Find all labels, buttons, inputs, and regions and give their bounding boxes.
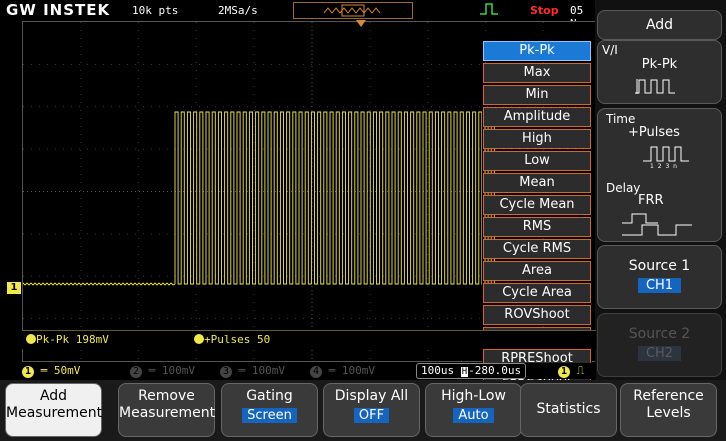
timebase-readout[interactable]: 100us H-280.0us <box>416 363 527 379</box>
ch1-readout-icon <box>194 334 204 344</box>
time-value: +Pulses <box>628 125 680 140</box>
softkey-label: Add <box>39 388 68 404</box>
ch1-status[interactable]: 1 ═ 50mV <box>22 364 80 378</box>
softkey-3[interactable]: Gating Screen <box>221 383 318 437</box>
add-title: Add <box>597 10 722 40</box>
side-menu: Add V/I Pk-Pk Time +Pulses 1 2 3 n Delay… <box>595 0 726 380</box>
softkey-2[interactable]: Remove Measurement <box>118 383 215 437</box>
channel-status-bar: 1 ═ 50mV 2 ═ 100mV 3 ═ 100mV 4 ═ 100mV 1… <box>22 363 596 379</box>
measurement-option[interactable]: Cycle RMS <box>483 239 591 259</box>
source2-button[interactable]: Source 2 CH2 <box>597 313 722 377</box>
softkey-label: Levels <box>646 405 691 421</box>
brand-logo: GW INSTEK <box>6 1 111 19</box>
trigger-rising-edge-icon: ⎍ <box>576 364 585 377</box>
measurement-option[interactable]: Area <box>483 261 591 281</box>
measurement-option[interactable]: High <box>483 129 591 149</box>
source2-value: CH2 <box>637 346 682 361</box>
measurement-option[interactable]: RMS <box>483 217 591 237</box>
status-bar: GW INSTEK 10k pts 2MSa/s Stop 05 Nov <box>0 0 600 30</box>
bottom-menu: Add Measurement Remove Measurement Gating Scr… <box>0 380 726 441</box>
measurement-option[interactable]: ROVShoot <box>483 305 591 325</box>
frr-icon <box>622 213 692 236</box>
pulses-icon <box>643 146 689 162</box>
time-title: Time <box>606 112 636 126</box>
run-state: Stop <box>530 4 559 17</box>
source1-button[interactable]: Source 1 CH1 <box>597 245 722 309</box>
measurement-option[interactable]: Min <box>483 85 591 105</box>
measurement-option[interactable]: Low <box>483 151 591 171</box>
source2-label: Source 2 <box>628 326 691 342</box>
softkey-label: High-Low <box>441 388 506 404</box>
pk-pk-icon <box>635 79 675 94</box>
time-category-button[interactable]: Time +Pulses 1 2 3 n Delay FRR <box>597 108 722 242</box>
measurement-readout-bar: Pk-Pk 198mV +Pulses 50 <box>22 330 596 349</box>
measurement-option[interactable]: Amplitude <box>483 107 591 127</box>
softkey-label: Gating <box>246 388 293 404</box>
source1-value: CH1 <box>637 278 682 293</box>
readout-pk-pk: Pk-Pk 198mV <box>26 333 109 346</box>
measurement-option[interactable]: Max <box>483 63 591 83</box>
vi-title: V/I <box>602 43 618 57</box>
softkey-value: Screen <box>242 408 297 423</box>
softkey-label: Display All <box>334 388 409 404</box>
ch1-ground-marker[interactable]: 1 <box>7 282 21 294</box>
measurement-option[interactable]: Cycle Area <box>483 283 591 303</box>
softkey-6[interactable]: Statistics <box>520 383 617 437</box>
softkey-4[interactable]: Display All OFF <box>323 383 420 437</box>
ch1-waveform <box>22 111 501 286</box>
trigger-status[interactable]: 1 ⎍ <box>558 364 584 378</box>
ch3-status[interactable]: 3 ═ 100mV <box>220 364 285 378</box>
readout-pulses: +Pulses 50 <box>194 333 270 346</box>
softkey-7[interactable]: Reference Levels <box>620 383 717 437</box>
softkey-label: Measurement <box>119 405 216 421</box>
softkey-5[interactable]: High-Low Auto <box>425 383 522 437</box>
softkey-value: OFF <box>353 408 390 423</box>
delay-title: Delay <box>606 181 641 195</box>
record-length: 10k pts <box>132 4 179 17</box>
ch2-status[interactable]: 2 ═ 100mV <box>130 364 195 378</box>
measurement-option[interactable]: Mean <box>483 173 591 193</box>
pulses-index-label: 1 2 3 n <box>650 163 678 170</box>
trigger-edge-icon <box>480 3 498 15</box>
softkey-label: Remove <box>138 388 195 404</box>
ch4-status[interactable]: 4 ═ 100mV <box>310 364 375 378</box>
softkey-label: Reference <box>633 388 704 404</box>
softkey-1[interactable]: Add Measurement <box>5 383 102 437</box>
vi-value: Pk-Pk <box>641 57 678 72</box>
vi-category-button[interactable]: V/I Pk-Pk <box>597 40 722 104</box>
memory-bar-waveform-icon <box>323 4 381 17</box>
memory-bar <box>293 2 413 19</box>
trigger-position-marker[interactable] <box>356 20 366 27</box>
source1-label: Source 1 <box>628 258 691 274</box>
sample-rate: 2MSa/s <box>218 4 258 17</box>
delay-value: FRR <box>638 193 664 208</box>
measurement-option[interactable]: Pk-Pk <box>483 41 591 61</box>
softkey-value: Auto <box>453 408 494 423</box>
softkey-label: Measurement <box>6 405 103 421</box>
softkey-label: Statistics <box>536 401 601 417</box>
measurement-option[interactable]: Cycle Mean <box>483 195 591 215</box>
ch1-readout-icon <box>26 334 36 344</box>
